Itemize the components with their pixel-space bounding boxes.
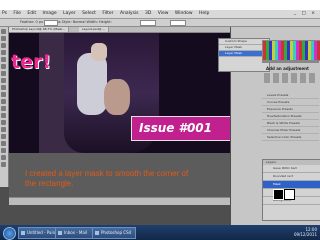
document-window: Photoshop Layout@ 66.7% (Mask... Layout.… bbox=[9, 27, 230, 205]
eraser-tool-icon[interactable] bbox=[1, 99, 6, 104]
task-label: Photoshop CS4 bbox=[101, 230, 132, 235]
menu-item-logo[interactable]: Ps bbox=[2, 11, 7, 16]
adjustment-icons[interactable] bbox=[264, 73, 318, 83]
start-button[interactable] bbox=[3, 227, 16, 240]
type-tool-icon[interactable] bbox=[1, 134, 6, 139]
clone-stamp-tool-icon[interactable] bbox=[1, 85, 6, 90]
preset-item[interactable]: Selective Color Presets bbox=[262, 134, 319, 141]
blur-tool-icon[interactable] bbox=[1, 113, 6, 118]
shape-tool-icon[interactable] bbox=[1, 148, 6, 153]
app-icon bbox=[21, 231, 25, 235]
preset-item[interactable]: Exposure Presets bbox=[262, 106, 319, 113]
pen-tool-icon[interactable] bbox=[1, 127, 6, 132]
crop-tool-icon[interactable] bbox=[1, 57, 6, 62]
quick-select-tool-icon[interactable] bbox=[1, 50, 6, 55]
layer-row-selected[interactable]: Mask bbox=[263, 181, 320, 189]
menu-item-image[interactable]: Image bbox=[43, 11, 57, 16]
layer-thumbnail bbox=[273, 189, 284, 200]
preset-item[interactable]: Black & White Presets bbox=[262, 120, 319, 127]
date: 09/12/2011 bbox=[293, 232, 317, 237]
menu-item-edit[interactable]: Edit bbox=[27, 11, 36, 16]
feather-field[interactable] bbox=[44, 20, 58, 26]
app-icon bbox=[58, 231, 62, 235]
photoshop-window: Ps File Edit Image Layer Select Filter A… bbox=[0, 10, 320, 225]
shirt-cuff bbox=[91, 43, 107, 61]
hand-tool-icon[interactable] bbox=[1, 155, 6, 160]
issue-label: Issue #001 bbox=[139, 121, 213, 135]
layer-row[interactable]: Issue #001 text bbox=[263, 165, 320, 173]
document-tab-active[interactable]: Photoshop Layout@ 66.7% (Mask... bbox=[9, 27, 70, 32]
brush-tool-icon[interactable] bbox=[1, 78, 6, 83]
menu-items: Ps File Edit Image Layer Select Filter A… bbox=[2, 11, 214, 17]
preset-item[interactable]: Channel Mixer Presets bbox=[262, 127, 319, 134]
adjustments-title: Add an adjustment bbox=[266, 66, 309, 71]
menu-item-window[interactable]: Window bbox=[175, 11, 193, 16]
tools-panel bbox=[0, 27, 9, 187]
preset-item[interactable]: Levels Presets bbox=[262, 92, 319, 99]
magazine-logo-text: ter! bbox=[11, 51, 52, 73]
path-select-tool-icon[interactable] bbox=[1, 141, 6, 146]
task-label: Inbox - Mail bbox=[64, 230, 88, 235]
marquee-tool-icon[interactable] bbox=[1, 36, 6, 41]
system-tray: 12:00 09/12/2011 bbox=[294, 227, 317, 237]
windows-taskbar: Untitled - Paint Inbox - Mail Photoshop … bbox=[0, 225, 320, 240]
move-tool-icon[interactable] bbox=[1, 29, 6, 34]
menu-item-select[interactable]: Select bbox=[82, 11, 96, 16]
menu-item-view[interactable]: View bbox=[158, 11, 169, 16]
screenshot: Ps File Edit Image Layer Select Filter A… bbox=[0, 0, 320, 240]
canvas[interactable]: ter! Issue #001 bbox=[9, 33, 230, 153]
zoom-tool-icon[interactable] bbox=[1, 162, 6, 167]
adjustment-presets-list: Levels Presets Curves Presets Exposure P… bbox=[262, 92, 319, 141]
menu-item-3d[interactable]: 3D bbox=[145, 11, 151, 16]
gradient-tool-icon[interactable] bbox=[1, 106, 6, 111]
document-tab[interactable]: Layout.psd@ ... bbox=[79, 27, 110, 32]
panel-divider bbox=[262, 60, 319, 63]
task-label: Untitled - Paint bbox=[27, 230, 57, 235]
height-field[interactable] bbox=[170, 20, 186, 26]
window-controls[interactable]: _ □ × bbox=[294, 11, 317, 17]
layer-row[interactable]: Rounded rect bbox=[263, 173, 320, 181]
eyedropper-tool-icon[interactable] bbox=[1, 64, 6, 69]
menu-item-filter[interactable]: Filter bbox=[102, 11, 113, 16]
menu-item-layer[interactable]: Layer bbox=[63, 11, 76, 16]
history-brush-tool-icon[interactable] bbox=[1, 92, 6, 97]
options-bar: Feather: 0 px Anti-alias Style: Normal W… bbox=[0, 19, 320, 27]
menu-item-analysis[interactable]: Analysis bbox=[120, 11, 139, 16]
document-status-bar bbox=[9, 197, 230, 205]
width-field[interactable] bbox=[140, 20, 156, 26]
menu-item-file[interactable]: File bbox=[13, 11, 21, 16]
swatches-panel[interactable] bbox=[262, 40, 320, 61]
menu-item-help[interactable]: Help bbox=[199, 11, 209, 16]
preset-item[interactable]: Curves Presets bbox=[262, 99, 319, 106]
dodge-tool-icon[interactable] bbox=[1, 120, 6, 125]
options-text: Feather: 0 px Anti-alias Style: Normal W… bbox=[20, 20, 112, 24]
layer-mask-thumbnail[interactable] bbox=[284, 189, 295, 200]
annotation-caption: I created a layer mask to smooth the cor… bbox=[25, 169, 189, 188]
app-icon bbox=[95, 231, 99, 235]
hand bbox=[104, 79, 130, 115]
shirt-sleeve bbox=[77, 53, 107, 115]
taskbar-task-active[interactable]: Photoshop CS4 bbox=[92, 227, 136, 239]
menu-bar: Ps File Edit Image Layer Select Filter A… bbox=[0, 10, 320, 19]
preset-item[interactable]: Hue/Saturation Presets bbox=[262, 113, 319, 120]
lasso-tool-icon[interactable] bbox=[1, 43, 6, 48]
healing-brush-tool-icon[interactable] bbox=[1, 71, 6, 76]
